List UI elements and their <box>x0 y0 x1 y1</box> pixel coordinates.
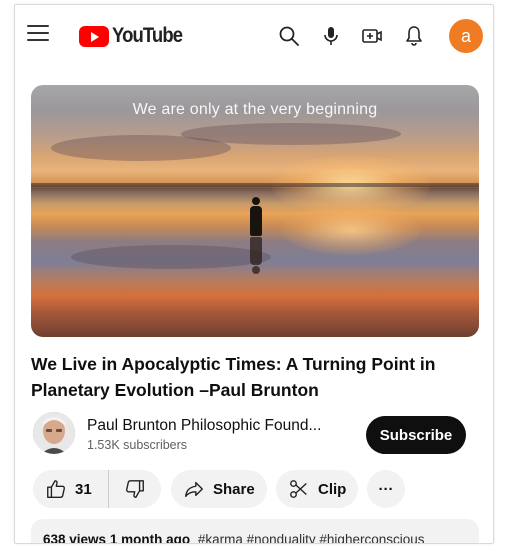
like-dislike-group: 31 <box>33 470 161 508</box>
standing-figure <box>250 197 262 237</box>
create-icon[interactable] <box>360 24 384 48</box>
avatar-letter: a <box>460 25 471 46</box>
microphone-icon[interactable] <box>319 24 343 48</box>
channel-avatar-face <box>33 412 75 454</box>
sunset-reflection <box>281 205 421 255</box>
more-icon: ··· <box>378 480 394 498</box>
logo-text: YouTube <box>112 24 183 47</box>
menu-icon[interactable] <box>27 25 49 43</box>
like-count: 31 <box>75 480 92 498</box>
app-frame: YouTube a We are only at the very beginn… <box>14 4 494 544</box>
clip-label: Clip <box>318 480 347 498</box>
video-thumbnail[interactable]: We are only at the very beginning <box>31 85 479 337</box>
thumbnail-cloud <box>71 245 271 269</box>
scissors-icon <box>290 480 307 498</box>
thumbs-up-icon <box>47 480 65 498</box>
channel-avatar[interactable] <box>33 412 75 454</box>
upload-age: 1 month ago <box>109 532 191 544</box>
youtube-play-icon <box>79 25 109 47</box>
video-title: We Live in Apocalyptic Times: A Turning … <box>31 354 436 400</box>
share-button[interactable]: Share <box>171 470 267 508</box>
share-label: Share <box>213 480 255 498</box>
description-box[interactable]: 638 views 1 month ago #karma #nonduality… <box>31 519 479 544</box>
thumbnail-caption: We are only at the very beginning <box>132 101 378 118</box>
view-count: 638 views <box>43 532 107 544</box>
more-actions-button[interactable]: ··· <box>367 470 405 508</box>
clip-button[interactable]: Clip <box>276 470 358 508</box>
horizon-line <box>31 183 479 187</box>
like-button[interactable]: 31 <box>33 470 109 508</box>
account-avatar[interactable]: a <box>449 19 483 53</box>
subscriber-count: 1.53K subscribers <box>87 438 188 452</box>
youtube-logo[interactable]: YouTube <box>79 23 192 49</box>
hashtags: #karma #nonduality #higherconscious <box>197 532 425 544</box>
channel-name[interactable]: Paul Brunton Philosophic Found... <box>87 417 321 435</box>
subscribe-button[interactable]: Subscribe <box>366 416 466 454</box>
dislike-button[interactable] <box>109 470 161 508</box>
search-icon[interactable] <box>277 24 301 48</box>
thumbnail-cloud <box>181 123 401 145</box>
thumbs-down-icon <box>126 480 144 498</box>
figure-reflection <box>250 237 262 274</box>
top-bar: YouTube a <box>15 5 493 67</box>
share-icon <box>185 481 203 498</box>
bell-icon[interactable] <box>402 24 426 48</box>
